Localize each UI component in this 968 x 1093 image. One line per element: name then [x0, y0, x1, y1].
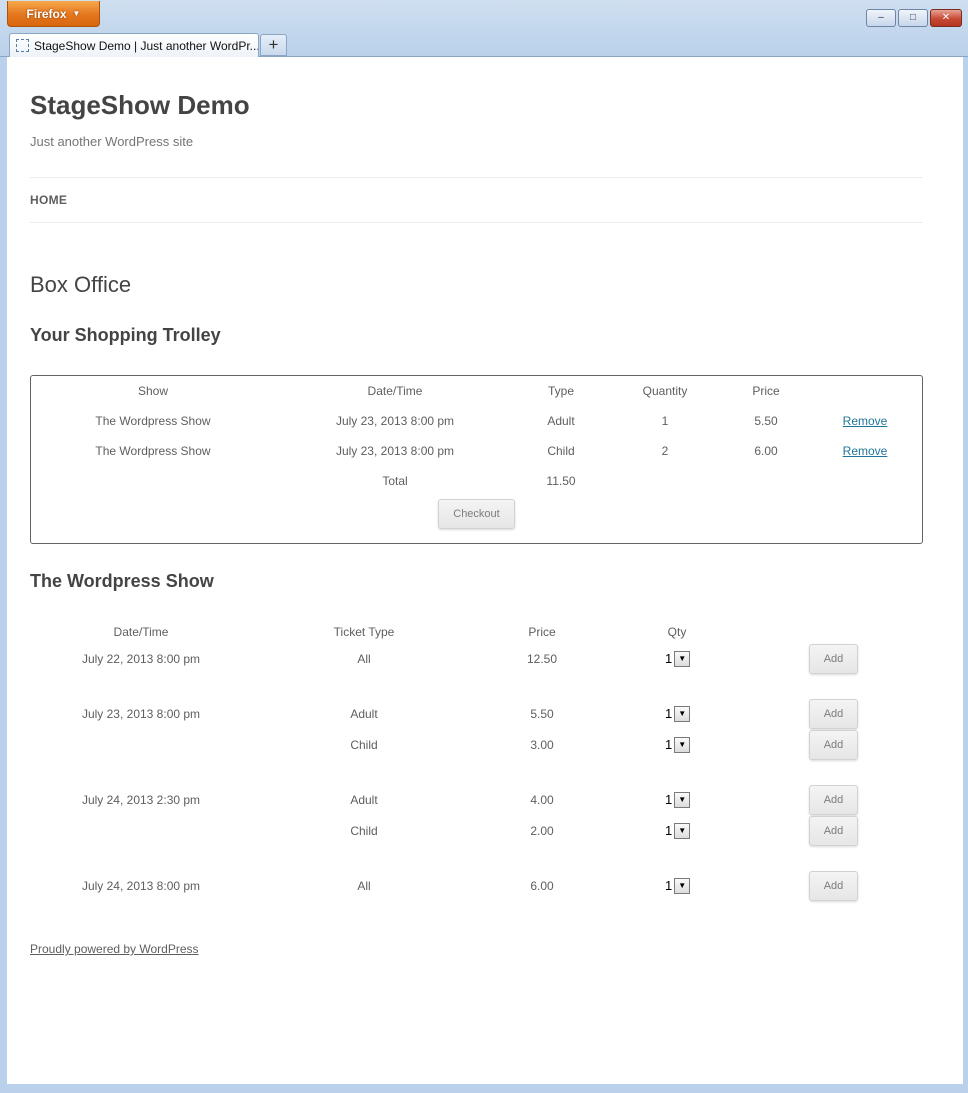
quantity-value: 1: [665, 706, 673, 721]
page-title: Box Office: [30, 272, 132, 297]
browser-chrome: Firefox ▼ – □ ✕ StageShow Demo | Just an…: [0, 0, 968, 57]
show-cell-ticket-type: All: [357, 879, 371, 893]
quantity-select[interactable]: 1 ▼: [665, 822, 691, 839]
quantity-select[interactable]: 1 ▼: [665, 791, 691, 808]
show-cell-ticket-type: Child: [350, 738, 378, 752]
trolley-cell-type: Adult: [547, 414, 575, 428]
plus-icon: +: [268, 35, 279, 54]
show-cell-price: 12.50: [526, 652, 558, 666]
add-button[interactable]: Add: [809, 785, 858, 815]
firefox-menu-button[interactable]: Firefox ▼: [7, 1, 100, 27]
maximize-button[interactable]: □: [898, 9, 928, 27]
powered-by-link[interactable]: Proudly powered by WordPress: [30, 942, 199, 956]
trolley-cell-show: The Wordpress Show: [95, 444, 211, 458]
show-cell-datetime: July 23, 2013 8:00 pm: [81, 707, 201, 721]
quantity-select[interactable]: 1 ▼: [665, 650, 691, 667]
site-description: Just another WordPress site: [30, 134, 194, 149]
nav-item-home[interactable]: HOME: [30, 193, 67, 207]
window-controls: – □ ✕: [866, 9, 962, 27]
trolley-cell-quantity: 2: [661, 444, 669, 458]
show-cell-ticket-type: Adult: [350, 707, 378, 721]
remove-link[interactable]: Remove: [843, 444, 888, 458]
trolley-header-quantity: Quantity: [642, 384, 688, 398]
chevron-down-icon[interactable]: ▼: [674, 877, 691, 894]
maximize-icon: □: [909, 12, 917, 23]
add-button[interactable]: Add: [809, 871, 858, 901]
show-header-qty: Qty: [667, 625, 687, 639]
quantity-value: 1: [665, 792, 673, 807]
show-cell-datetime: July 24, 2013 8:00 pm: [81, 879, 201, 893]
trolley-cell-show: The Wordpress Show: [95, 414, 211, 428]
chevron-down-icon[interactable]: ▼: [674, 705, 691, 722]
quantity-value: 1: [665, 823, 673, 838]
remove-link[interactable]: Remove: [843, 414, 888, 428]
trolley-cell-type: Child: [547, 444, 575, 458]
chevron-down-icon[interactable]: ▼: [674, 736, 691, 753]
browser-tab[interactable]: StageShow Demo | Just another WordPr...: [9, 33, 259, 57]
quantity-select[interactable]: 1 ▼: [665, 877, 691, 894]
trolley-total-value: 11.50: [546, 474, 576, 488]
checkout-button[interactable]: Checkout: [438, 499, 515, 529]
show-cell-price: 4.00: [530, 793, 554, 807]
add-button[interactable]: Add: [809, 699, 858, 729]
add-button[interactable]: Add: [809, 730, 858, 760]
close-icon: ✕: [941, 12, 951, 23]
trolley-cell-price: 5.50: [754, 414, 778, 428]
trolley-cell-datetime: July 23, 2013 8:00 pm: [335, 444, 455, 458]
add-button[interactable]: Add: [809, 816, 858, 846]
firefox-menu-label: Firefox: [26, 6, 67, 21]
minimize-button[interactable]: –: [866, 9, 896, 27]
show-cell-ticket-type: Adult: [350, 793, 378, 807]
show-cell-price: 6.00: [530, 879, 554, 893]
show-heading: The Wordpress Show: [30, 571, 214, 591]
window-frame-bottom: [0, 1084, 968, 1093]
add-button[interactable]: Add: [809, 644, 858, 674]
quantity-value: 1: [665, 651, 673, 666]
trolley-cell-quantity: 1: [661, 414, 669, 428]
tab-title: StageShow Demo | Just another WordPr...: [34, 38, 259, 53]
chevron-down-icon: ▼: [72, 9, 81, 18]
site-title[interactable]: StageShow Demo: [30, 90, 250, 121]
trolley-heading: Your Shopping Trolley: [30, 325, 221, 345]
main-navigation: HOME: [30, 177, 923, 223]
quantity-select[interactable]: 1 ▼: [665, 736, 691, 753]
quantity-select[interactable]: 1 ▼: [665, 705, 691, 722]
show-cell-price: 3.00: [530, 738, 554, 752]
trolley-header-datetime: Date/Time: [367, 384, 423, 398]
page-viewport[interactable]: StageShow Demo Just another WordPress si…: [7, 57, 963, 1084]
quantity-value: 1: [665, 878, 673, 893]
show-header-price: Price: [528, 625, 556, 639]
trolley-header-type: Type: [547, 384, 575, 398]
chevron-down-icon[interactable]: ▼: [674, 650, 691, 667]
show-cell-price: 2.00: [530, 824, 554, 838]
minimize-icon: –: [878, 12, 884, 23]
trolley-cell-price: 6.00: [754, 444, 778, 458]
chevron-down-icon[interactable]: ▼: [674, 822, 691, 839]
shopping-trolley: Show Date/Time Type Quantity Price The W…: [30, 375, 923, 544]
show-cell-ticket-type: All: [357, 652, 371, 666]
page-favicon-icon: [16, 39, 29, 52]
show-cell-datetime: July 24, 2013 2:30 pm: [81, 793, 201, 807]
show-header-ticket-type: Ticket Type: [333, 625, 395, 639]
show-header-datetime: Date/Time: [113, 625, 169, 639]
show-cell-datetime: July 22, 2013 8:00 pm: [81, 652, 201, 666]
show-cell-ticket-type: Child: [350, 824, 378, 838]
trolley-header-show: Show: [137, 384, 169, 398]
trolley-cell-datetime: July 23, 2013 8:00 pm: [335, 414, 455, 428]
quantity-value: 1: [665, 737, 673, 752]
new-tab-button[interactable]: +: [260, 34, 287, 56]
window-frame-right: [963, 57, 968, 1084]
close-window-button[interactable]: ✕: [930, 9, 962, 27]
trolley-header-price: Price: [752, 384, 780, 398]
show-cell-price: 5.50: [530, 707, 554, 721]
chevron-down-icon[interactable]: ▼: [674, 791, 691, 808]
trolley-total-label: Total: [382, 474, 408, 488]
